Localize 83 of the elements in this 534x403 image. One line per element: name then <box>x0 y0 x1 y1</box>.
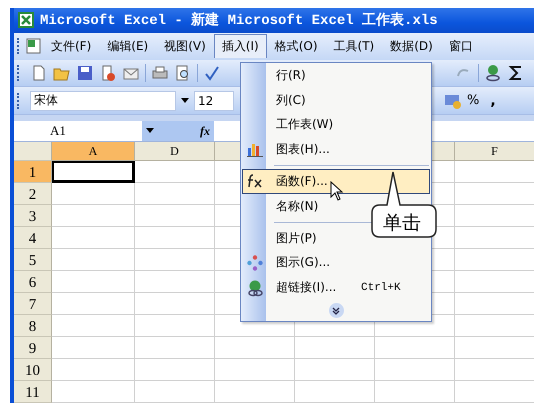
column-header[interactable]: D <box>135 142 215 161</box>
grid-cell[interactable] <box>52 227 135 249</box>
grid-cell[interactable] <box>135 271 215 293</box>
percent-button[interactable]: % <box>467 93 480 108</box>
row-header[interactable]: 2 <box>14 183 52 205</box>
grid-cell[interactable] <box>135 381 215 403</box>
menu-item[interactable]: 编辑(E) <box>99 34 156 59</box>
row-header[interactable]: 9 <box>14 337 52 359</box>
grid-cell[interactable] <box>215 381 295 403</box>
grid-cell[interactable] <box>52 315 135 337</box>
window-title: Microsoft Excel - 新建 Microsoft Excel 工作表.xls <box>40 11 438 30</box>
grid-cell[interactable] <box>215 337 295 359</box>
grid-cell[interactable] <box>52 249 135 271</box>
shortcut-label: Ctrl+K <box>361 282 401 294</box>
sheet-icon[interactable] <box>25 37 43 56</box>
grid-cell[interactable] <box>52 359 135 381</box>
excel-logo-icon <box>18 12 34 28</box>
grid-cell[interactable] <box>52 271 135 293</box>
menu-item[interactable]: 列(C) <box>242 88 430 113</box>
menu-item[interactable]: 图示(G)... <box>242 250 430 276</box>
row-header[interactable]: 6 <box>14 271 52 293</box>
grid-cell[interactable] <box>135 227 215 249</box>
menu-item[interactable]: 图表(H)... <box>242 137 430 162</box>
save-icon[interactable] <box>76 64 94 82</box>
row-header[interactable]: 5 <box>14 249 52 271</box>
grid-cell[interactable] <box>52 183 135 205</box>
row-header[interactable]: 1 <box>14 161 52 183</box>
menu-item[interactable]: 超链接(I)... Ctrl+K <box>242 275 430 300</box>
row-header[interactable]: 7 <box>14 293 52 315</box>
menu-item[interactable]: 视图(V) <box>156 34 214 59</box>
menu-item[interactable]: 工具(T) <box>326 34 382 59</box>
menu-item[interactable]: 文件(F) <box>43 34 100 59</box>
select-all-button[interactable] <box>14 142 52 161</box>
row-header[interactable]: 4 <box>14 227 52 249</box>
grid-cell[interactable] <box>295 381 375 403</box>
grid-cell[interactable] <box>135 205 215 227</box>
menu-item[interactable]: 工作表(W) <box>242 112 430 138</box>
grid-cell[interactable] <box>52 337 135 359</box>
column-header[interactable]: A <box>52 142 135 161</box>
grid-cell[interactable] <box>52 381 135 403</box>
grid-cell[interactable] <box>295 359 375 381</box>
grid-cell[interactable] <box>135 359 215 381</box>
cursor-icon <box>330 181 344 201</box>
menu-item[interactable]: 插入(I) <box>214 34 267 58</box>
active-cell[interactable] <box>52 161 135 183</box>
row-header[interactable]: 3 <box>14 205 52 227</box>
grid-cell[interactable] <box>135 161 215 183</box>
row-header[interactable]: 11 <box>14 381 52 403</box>
font-field[interactable]: 宋体 <box>30 90 176 111</box>
menu-item[interactable]: 格式(O) <box>266 34 326 59</box>
callout-text: 单击 <box>383 211 421 236</box>
expand-menu-button[interactable] <box>328 303 344 318</box>
row-header[interactable]: 10 <box>14 359 52 381</box>
hyperlink-icon <box>247 280 263 298</box>
insert-function-button[interactable]: fx <box>200 124 210 138</box>
function-icon <box>247 174 263 188</box>
dropdown-icon[interactable] <box>146 128 154 134</box>
grid-cell[interactable] <box>52 293 135 315</box>
grid-cell[interactable] <box>135 249 215 271</box>
grid-cell[interactable] <box>375 359 455 381</box>
grid-cell[interactable] <box>135 315 215 337</box>
column-header[interactable]: F <box>455 142 534 161</box>
grid-cell[interactable] <box>215 359 295 381</box>
dropdown-icon[interactable] <box>181 98 189 104</box>
row-header[interactable]: 8 <box>14 315 52 337</box>
grid-cell[interactable] <box>295 337 375 359</box>
comma-button[interactable]: , <box>484 92 502 109</box>
chart-icon <box>247 142 263 158</box>
name-box[interactable]: A1 <box>14 121 142 141</box>
font-size-field[interactable]: 12 <box>194 90 234 111</box>
hyperlink-icon[interactable] <box>484 64 502 82</box>
grid-cell[interactable] <box>135 183 215 205</box>
grid-cell[interactable] <box>375 381 455 403</box>
menu-item[interactable]: 数据(D) <box>382 34 441 59</box>
diagram-icon <box>247 255 263 272</box>
spelling-icon[interactable] <box>203 64 221 82</box>
grid-cell[interactable] <box>135 293 215 315</box>
grid-cell[interactable] <box>135 337 215 359</box>
double-chevron-icon <box>332 306 340 315</box>
grid-cell[interactable] <box>52 205 135 227</box>
grid-cell[interactable] <box>375 337 455 359</box>
menu-item[interactable]: 函数(F)... <box>242 169 430 194</box>
menu-item[interactable]: 窗口 <box>440 34 481 59</box>
